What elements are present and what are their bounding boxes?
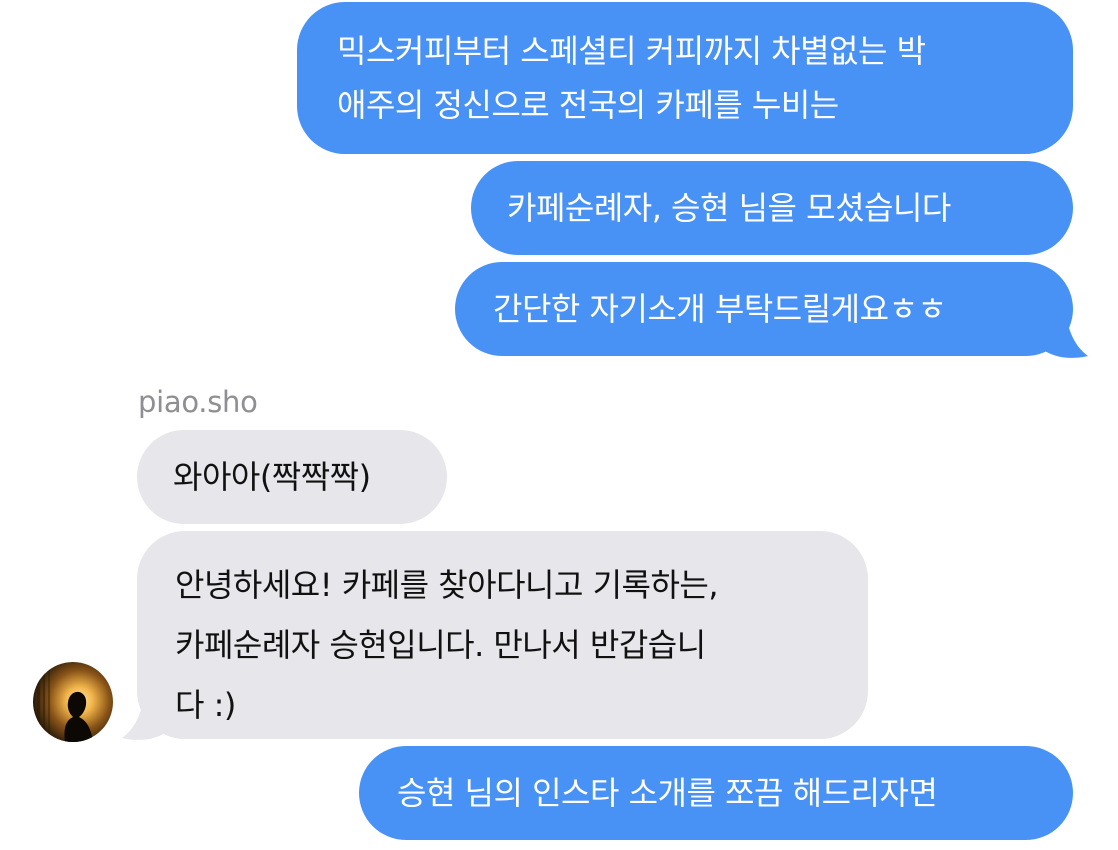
- silhouette-avatar-icon: [33, 662, 113, 742]
- outgoing-bubble-tail: [1040, 300, 1088, 358]
- message-text-line: 다 :): [175, 686, 236, 724]
- message-text: 간단한 자기소개 부탁드릴게요ㅎㅎ: [493, 290, 947, 328]
- sender-name: piao.sho: [138, 385, 258, 419]
- outgoing-message-bubble[interactable]: 간단한 자기소개 부탁드릴게요ㅎㅎ: [455, 262, 1073, 356]
- message-text-line: 애주의 정신으로 전국의 카페를 누비는: [337, 86, 839, 124]
- incoming-message-bubble[interactable]: 와아아(짝짝짝): [137, 430, 447, 524]
- message-text-line: 믹스커피부터 스페셜티 커피까지 차별없는 박: [337, 32, 926, 70]
- incoming-bubble-tail: [122, 682, 170, 740]
- incoming-message-bubble[interactable]: 안녕하세요! 카페를 찾아다니고 기록하는, 카페순례자 승현입니다. 만나서 …: [137, 531, 868, 739]
- message-text: 카페순례자, 승현 님을 모셨습니다: [507, 189, 951, 227]
- avatar[interactable]: [33, 662, 113, 742]
- outgoing-message-bubble[interactable]: 믹스커피부터 스페셜티 커피까지 차별없는 박 애주의 정신으로 전국의 카페를…: [297, 2, 1073, 154]
- message-text: 와아아(짝짝짝): [173, 458, 371, 496]
- message-text-line: 카페순례자 승현입니다. 만나서 반갑습니: [175, 626, 706, 664]
- outgoing-message-bubble[interactable]: 카페순례자, 승현 님을 모셨습니다: [471, 161, 1073, 255]
- message-text: 승현 님의 인스타 소개를 쪼끔 해드리자면: [397, 774, 938, 812]
- outgoing-message-bubble[interactable]: 승현 님의 인스타 소개를 쪼끔 해드리자면: [359, 746, 1073, 840]
- message-text-line: 안녕하세요! 카페를 찾아다니고 기록하는,: [175, 566, 719, 604]
